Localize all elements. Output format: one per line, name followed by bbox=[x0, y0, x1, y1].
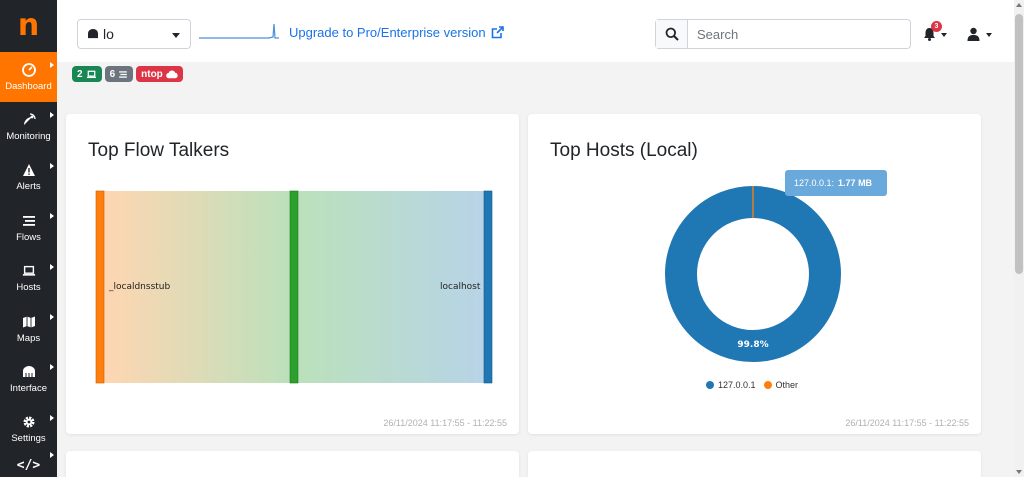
sidebar-item-settings[interactable]: Settings bbox=[0, 405, 57, 455]
card-timestamp: 26/11/2024 11:17:55 - 11:22:55 bbox=[845, 418, 969, 428]
chevron-right-icon bbox=[50, 162, 54, 169]
legend-dot bbox=[763, 381, 772, 389]
sankey-chart bbox=[95, 190, 493, 384]
hosts-count-badge[interactable]: 2 bbox=[72, 66, 102, 82]
sidebar-item-monitoring[interactable]: Monitoring bbox=[0, 102, 57, 152]
donut-slice-label: 99.8% bbox=[737, 340, 768, 350]
laptop-icon bbox=[86, 70, 96, 78]
alert-count-badge: 3 bbox=[931, 21, 942, 32]
status-badges: 2 6 ntop bbox=[72, 66, 183, 82]
traffic-sparkline bbox=[199, 23, 279, 39]
legend-dot bbox=[706, 381, 714, 389]
cloud-icon bbox=[165, 70, 178, 78]
chart-tooltip: 127.0.0.1: 1.77 MB bbox=[785, 170, 887, 196]
scroll-down-arrow-icon[interactable] bbox=[1016, 470, 1022, 474]
sidebar-item-flows[interactable]: Flows bbox=[0, 203, 57, 253]
gear-icon bbox=[22, 415, 36, 429]
map-icon bbox=[22, 315, 36, 329]
chevron-right-icon bbox=[50, 112, 54, 119]
card-timestamp: 26/11/2024 11:17:55 - 11:22:55 bbox=[383, 418, 507, 428]
sidebar-item-label: Dashboard bbox=[5, 80, 52, 92]
laptop-icon bbox=[22, 264, 36, 278]
sankey-source-label: _localdnsstub bbox=[109, 282, 171, 292]
sidebar-item-label: Settings bbox=[11, 433, 46, 445]
stream-lines-icon bbox=[119, 70, 127, 78]
top-hosts-card: Top Hosts (Local) 99.8% 127.0.0.1: 1.77 … bbox=[528, 114, 981, 434]
sankey-target-label: localhost bbox=[440, 282, 481, 292]
ethernet-icon bbox=[22, 365, 36, 379]
sidebar-item-maps[interactable]: Maps bbox=[0, 304, 57, 354]
chart-legend: 127.0.0.1 Other bbox=[706, 380, 798, 390]
sidebar-item-label: Flows bbox=[16, 231, 41, 243]
sidebar-item-label: Hosts bbox=[16, 282, 41, 294]
chevron-down-icon bbox=[941, 33, 947, 37]
ethernet-icon bbox=[88, 29, 98, 39]
top-navbar: lo Upgrade to Pro/Enterprise version 3 bbox=[57, 0, 1014, 62]
sankey-node-target[interactable] bbox=[483, 190, 493, 384]
sidebar-item-interface[interactable]: Interface bbox=[0, 354, 57, 404]
sidebar-item-label: Maps bbox=[16, 332, 41, 344]
search-box bbox=[655, 19, 911, 49]
sidebar-item-hosts[interactable]: Hosts bbox=[0, 254, 57, 304]
sankey-node-mid[interactable] bbox=[289, 190, 299, 384]
next-card-left bbox=[66, 451, 519, 477]
next-card-right bbox=[528, 451, 981, 477]
flows-count-badge[interactable]: 6 bbox=[104, 66, 134, 82]
ntopng-logo[interactable]: n bbox=[0, 0, 57, 52]
ntop-cloud-badge[interactable]: ntop bbox=[136, 66, 183, 82]
chevron-right-icon bbox=[50, 313, 54, 320]
donut-slice-127-0-0-1[interactable] bbox=[665, 186, 841, 362]
chevron-right-icon bbox=[50, 364, 54, 371]
sidebar-item-dashboard[interactable]: Dashboard bbox=[0, 52, 57, 103]
sidebar-item-alerts[interactable]: Alerts bbox=[0, 153, 57, 203]
chevron-right-icon bbox=[50, 213, 54, 220]
top-flow-talkers-card: Top Flow Talkers _localdnsstub localhost… bbox=[66, 114, 519, 434]
chevron-right-icon bbox=[50, 414, 54, 421]
legend-item-127-0-0-1[interactable]: 127.0.0.1 bbox=[706, 380, 756, 390]
user-icon bbox=[967, 27, 980, 41]
external-link-icon bbox=[491, 26, 504, 39]
sidebar-item-label: Monitoring bbox=[6, 131, 51, 143]
stream-lines-icon bbox=[22, 214, 36, 228]
warning-triangle-icon bbox=[22, 163, 36, 177]
upgrade-link[interactable]: Upgrade to Pro/Enterprise version bbox=[289, 25, 504, 40]
legend-item-other[interactable]: Other bbox=[763, 380, 798, 390]
search-button[interactable] bbox=[656, 20, 688, 48]
interface-select[interactable]: lo bbox=[77, 19, 191, 49]
satellite-dish-icon bbox=[22, 113, 36, 127]
search-input[interactable] bbox=[688, 20, 908, 48]
chevron-down-icon bbox=[172, 33, 180, 38]
sidebar-item-label: Interface bbox=[10, 383, 47, 395]
search-icon bbox=[665, 27, 679, 41]
chevron-down-icon bbox=[986, 33, 992, 37]
gauge-icon bbox=[21, 62, 36, 77]
scroll-up-arrow-icon[interactable] bbox=[1016, 3, 1022, 7]
chevron-right-icon bbox=[50, 263, 54, 270]
sidebar: n Dashboard Monitoring Alerts Flows Host… bbox=[0, 0, 57, 477]
interface-select-value: lo bbox=[103, 26, 114, 42]
code-icon[interactable]: </> bbox=[0, 452, 57, 473]
sidebar-item-label: Alerts bbox=[16, 181, 41, 193]
page-scrollbar[interactable] bbox=[1014, 0, 1024, 477]
scroll-thumb[interactable] bbox=[1015, 14, 1023, 274]
chevron-right-icon bbox=[50, 62, 54, 68]
upgrade-link-label: Upgrade to Pro/Enterprise version bbox=[289, 25, 486, 40]
sankey-node-source[interactable] bbox=[95, 190, 105, 384]
